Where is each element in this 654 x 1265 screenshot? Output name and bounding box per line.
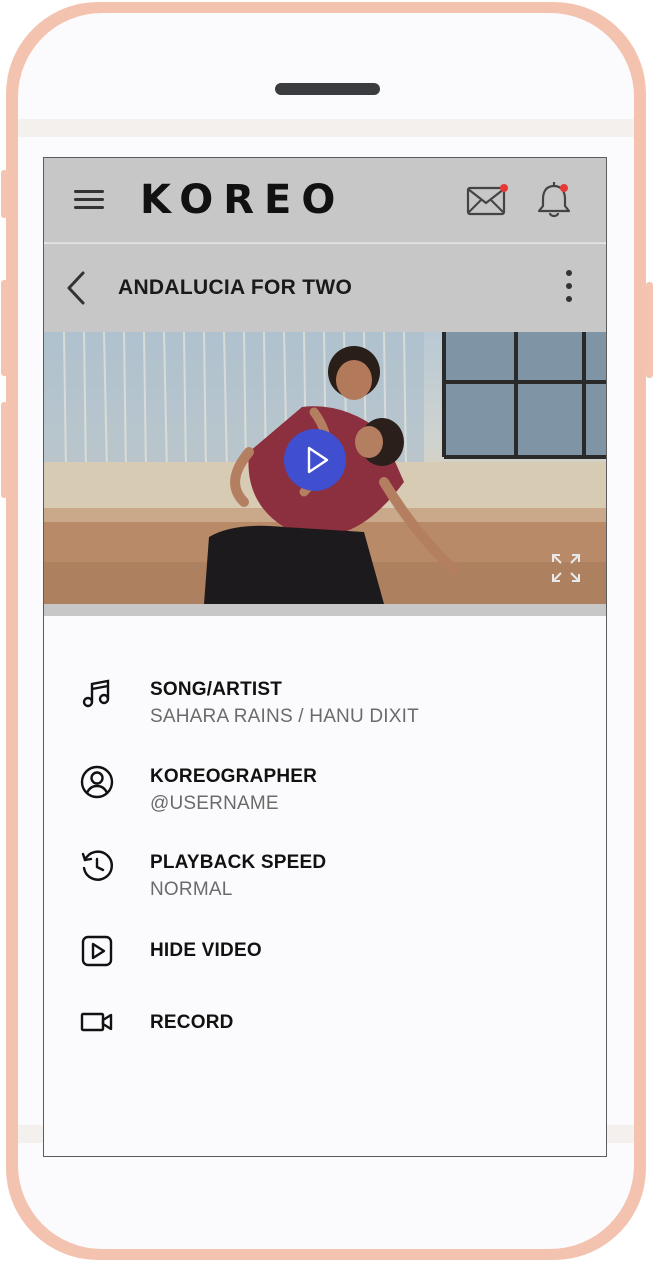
song-artist-value: SAHARA RAINS / HANU DIXIT <box>150 706 419 727</box>
music-note-icon <box>80 678 112 715</box>
mail-notification-dot <box>500 184 508 192</box>
menu-icon[interactable] <box>74 190 104 210</box>
volume-down-button <box>1 402 8 498</box>
playback-speed-label: PLAYBACK SPEED <box>150 852 327 873</box>
expand-icon <box>552 554 580 582</box>
video-camera-icon <box>80 1008 114 1041</box>
bell-notification-dot <box>560 184 568 192</box>
list-item-record[interactable]: RECORD <box>44 1006 606 1046</box>
chevron-left-icon <box>67 271 85 305</box>
bell-icon <box>537 182 571 218</box>
record-label: RECORD <box>150 1012 234 1033</box>
hide-video-label: HIDE VIDEO <box>150 940 262 961</box>
earpiece-speaker <box>275 83 380 95</box>
playback-speed-value: NORMAL <box>150 879 233 900</box>
phone-antenna-band <box>18 119 634 137</box>
back-button[interactable] <box>64 270 88 311</box>
app-logo: KOREO <box>140 177 346 223</box>
user-circle-icon <box>80 765 114 804</box>
title-bar: ANDALUCIA FOR TWO <box>44 244 606 332</box>
play-icon <box>307 446 329 474</box>
app-screen: KOREO ANDALUCIA FOR TWO SONG/ARTIST SAHA… <box>43 157 607 1157</box>
list-item-playback-speed[interactable]: PLAYBACK SPEED NORMAL <box>44 849 606 909</box>
play-button[interactable] <box>284 429 346 491</box>
koreographer-value: @USERNAME <box>150 793 279 814</box>
mail-button[interactable] <box>466 182 508 218</box>
list-item-song-artist[interactable]: SONG/ARTIST SAHARA RAINS / HANU DIXIT <box>44 676 606 736</box>
top-app-bar: KOREO <box>44 158 606 242</box>
song-artist-label: SONG/ARTIST <box>150 679 283 700</box>
koreographer-label: KOREOGRAPHER <box>150 766 318 787</box>
list-item-koreographer[interactable]: KOREOGRAPHER @USERNAME <box>44 763 606 823</box>
fullscreen-button[interactable] <box>550 552 582 589</box>
power-button <box>646 282 653 378</box>
mute-switch <box>1 170 8 218</box>
video-square-icon <box>80 934 114 973</box>
video-progress-strip <box>44 604 606 616</box>
volume-up-button <box>1 280 8 376</box>
history-icon <box>80 849 114 888</box>
more-options-icon[interactable] <box>564 270 574 304</box>
page-title: ANDALUCIA FOR TWO <box>118 276 353 299</box>
video-player[interactable] <box>44 332 606 604</box>
notifications-button[interactable] <box>534 180 574 220</box>
list-item-hide-video[interactable]: HIDE VIDEO <box>44 934 606 974</box>
